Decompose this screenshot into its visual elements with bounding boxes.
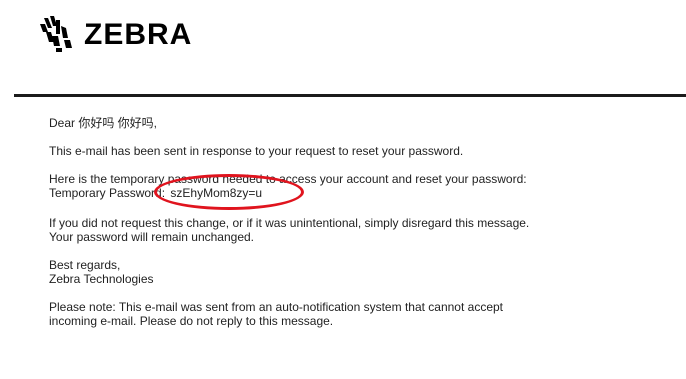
temp-password-block: Here is the temporary password needed to… <box>49 172 679 210</box>
temp-password-value[interactable]: szEhyMom8zy=u <box>170 186 262 200</box>
email-header: ZEBRA <box>0 0 686 94</box>
disregard-block: If you did not request this change, or i… <box>49 216 679 244</box>
greeting: Dear 你好吗 你好吗, <box>49 116 158 130</box>
zebra-head-icon <box>40 16 72 52</box>
disregard-line-2: Your password will remain unchanged. <box>49 230 255 244</box>
intro-text: This e-mail has been sent in response to… <box>49 144 464 158</box>
temp-password-line: Temporary Password: szEhyMom8zy=u <box>49 174 679 210</box>
signoff-line-2: Zebra Technologies <box>49 272 154 286</box>
email-body: Dear 你好吗 你好吗, This e-mail has been sent … <box>49 116 679 342</box>
signoff-block: Best regards, Zebra Technologies <box>49 258 679 286</box>
note-block: Please note: This e-mail was sent from a… <box>49 300 679 328</box>
temp-password-intro: Here is the temporary password needed to… <box>49 172 527 186</box>
note-line-1: Please note: This e-mail was sent from a… <box>49 300 504 314</box>
brand-name: ZEBRA <box>84 18 193 51</box>
header-divider <box>14 94 686 97</box>
disregard-line-1: If you did not request this change, or i… <box>49 216 530 230</box>
temp-password-wrap: szEhyMom8zy=u <box>154 174 305 210</box>
note-line-2: incoming e-mail. Please do not reply to … <box>49 314 334 328</box>
signoff-line-1: Best regards, <box>49 258 121 272</box>
zebra-logo: ZEBRA <box>38 14 192 54</box>
temp-password-label: Temporary Password: <box>49 186 166 200</box>
